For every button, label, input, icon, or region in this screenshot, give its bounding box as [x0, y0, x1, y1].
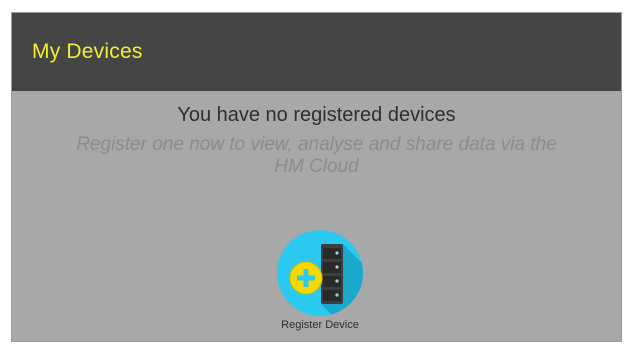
register-device-button[interactable]: Register Device: [268, 230, 372, 331]
empty-state: You have no registered devices Register …: [12, 104, 621, 331]
register-device-icon: [277, 230, 363, 316]
page-title: My Devices: [32, 40, 143, 63]
my-devices-panel: My Devices You have no registered device…: [11, 12, 622, 342]
register-device-label: Register Device: [281, 319, 359, 331]
panel-header: My Devices: [12, 13, 621, 91]
empty-state-headline: You have no registered devices: [177, 104, 456, 126]
empty-state-subline: Register one now to view, analyse and sh…: [76, 134, 557, 177]
